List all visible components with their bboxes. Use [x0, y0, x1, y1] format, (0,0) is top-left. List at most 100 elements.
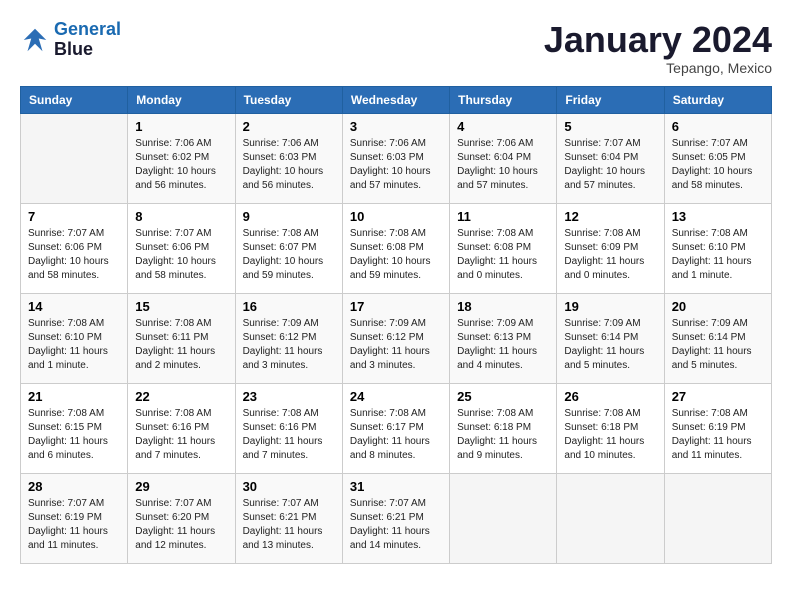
day-number: 17	[350, 299, 442, 314]
day-number: 13	[672, 209, 764, 224]
calendar-cell: 12 Sunrise: 7:08 AMSunset: 6:09 PMDayligh…	[557, 203, 664, 293]
day-info: Sunrise: 7:08 AMSunset: 6:10 PMDaylight:…	[672, 227, 764, 283]
calendar-cell	[557, 473, 664, 563]
day-info: Sunrise: 7:08 AMSunset: 6:19 PMDaylight:…	[672, 407, 764, 463]
day-header-thursday: Thursday	[450, 86, 557, 113]
day-number: 20	[672, 299, 764, 314]
day-number: 26	[564, 389, 656, 404]
calendar-cell: 23Sunrise: 7:08 AMSunset: 6:16 PMDayligh…	[235, 383, 342, 473]
day-info: Sunrise: 7:06 AMSunset: 6:02 PMDaylight:…	[135, 137, 227, 193]
day-number: 11	[457, 209, 549, 224]
day-header-saturday: Saturday	[664, 86, 771, 113]
calendar-cell: 10 Sunrise: 7:08 AMSunset: 6:08 PMDayligh…	[342, 203, 449, 293]
day-info: Sunrise: 7:08 AMSunset: 6:17 PMDaylight:…	[350, 407, 442, 463]
day-info: Sunrise: 7:08 AMSunset: 6:08 PMDaylight:…	[350, 227, 442, 283]
calendar-cell: 8Sunrise: 7:07 AMSunset: 6:06 PMDaylight…	[128, 203, 235, 293]
location: Tepango, Mexico	[544, 60, 772, 76]
day-info: Sunrise: 7:08 AMSunset: 6:09 PMDaylight:…	[564, 227, 656, 283]
day-info: Sunrise: 7:07 AMSunset: 6:19 PMDaylight:…	[28, 497, 120, 553]
day-number: 27	[672, 389, 764, 404]
day-number: 29	[135, 479, 227, 494]
calendar-cell: 19Sunrise: 7:09 AMSunset: 6:14 PMDayligh…	[557, 293, 664, 383]
calendar-cell: 27 Sunrise: 7:08 AMSunset: 6:19 PMDayligh…	[664, 383, 771, 473]
day-number: 22	[135, 389, 227, 404]
day-header-sunday: Sunday	[21, 86, 128, 113]
calendar-cell	[664, 473, 771, 563]
day-number: 6	[672, 119, 764, 134]
day-number: 3	[350, 119, 442, 134]
calendar-cell: 14 Sunrise: 7:08 AMSunset: 6:10 PMDayligh…	[21, 293, 128, 383]
calendar-body: 1 Sunrise: 7:06 AMSunset: 6:02 PMDaylight…	[21, 113, 772, 563]
calendar-cell: 26 Sunrise: 7:08 AMSunset: 6:18 PMDayligh…	[557, 383, 664, 473]
calendar-week-5: 28 Sunrise: 7:07 AMSunset: 6:19 PMDayligh…	[21, 473, 772, 563]
calendar-cell: 3 Sunrise: 7:06 AMSunset: 6:03 PMDaylight…	[342, 113, 449, 203]
header: General Blue January 2024 Tepango, Mexic…	[20, 20, 772, 76]
calendar-cell: 30Sunrise: 7:07 AMSunset: 6:21 PMDayligh…	[235, 473, 342, 563]
calendar-week-1: 1 Sunrise: 7:06 AMSunset: 6:02 PMDaylight…	[21, 113, 772, 203]
day-info: Sunrise: 7:07 AMSunset: 6:06 PMDaylight:…	[135, 227, 227, 283]
calendar-cell: 9 Sunrise: 7:08 AMSunset: 6:07 PMDaylight…	[235, 203, 342, 293]
title-block: January 2024 Tepango, Mexico	[544, 20, 772, 76]
calendar-cell: 4Sunrise: 7:06 AMSunset: 6:04 PMDaylight…	[450, 113, 557, 203]
day-info: Sunrise: 7:07 AMSunset: 6:04 PMDaylight:…	[564, 137, 656, 193]
day-info: Sunrise: 7:09 AMSunset: 6:12 PMDaylight:…	[350, 317, 442, 373]
calendar-cell: 22 Sunrise: 7:08 AMSunset: 6:16 PMDayligh…	[128, 383, 235, 473]
day-info: Sunrise: 7:08 AMSunset: 6:10 PMDaylight:…	[28, 317, 120, 373]
calendar-header-row: SundayMondayTuesdayWednesdayThursdayFrid…	[21, 86, 772, 113]
day-number: 12	[564, 209, 656, 224]
calendar-cell: 1 Sunrise: 7:06 AMSunset: 6:02 PMDaylight…	[128, 113, 235, 203]
calendar-cell: 24 Sunrise: 7:08 AMSunset: 6:17 PMDayligh…	[342, 383, 449, 473]
calendar-cell	[450, 473, 557, 563]
day-header-friday: Friday	[557, 86, 664, 113]
day-number: 14	[28, 299, 120, 314]
calendar-cell: 18Sunrise: 7:09 AMSunset: 6:13 PMDayligh…	[450, 293, 557, 383]
calendar-cell: 31 Sunrise: 7:07 AMSunset: 6:21 PMDayligh…	[342, 473, 449, 563]
calendar-cell: 6 Sunrise: 7:07 AMSunset: 6:05 PMDaylight…	[664, 113, 771, 203]
day-number: 16	[243, 299, 335, 314]
day-number: 2	[243, 119, 335, 134]
calendar-table: SundayMondayTuesdayWednesdayThursdayFrid…	[20, 86, 772, 564]
day-number: 7	[28, 209, 120, 224]
day-info: Sunrise: 7:06 AMSunset: 6:03 PMDaylight:…	[243, 137, 335, 193]
day-number: 1	[135, 119, 227, 134]
calendar-cell: 29 Sunrise: 7:07 AMSunset: 6:20 PMDayligh…	[128, 473, 235, 563]
day-info: Sunrise: 7:08 AMSunset: 6:16 PMDaylight:…	[243, 407, 335, 463]
calendar-cell: 15Sunrise: 7:08 AMSunset: 6:11 PMDayligh…	[128, 293, 235, 383]
day-info: Sunrise: 7:08 AMSunset: 6:15 PMDaylight:…	[28, 407, 120, 463]
day-header-monday: Monday	[128, 86, 235, 113]
calendar-cell: 16 Sunrise: 7:09 AMSunset: 6:12 PMDayligh…	[235, 293, 342, 383]
calendar-cell: 5Sunrise: 7:07 AMSunset: 6:04 PMDaylight…	[557, 113, 664, 203]
calendar-cell: 20 Sunrise: 7:09 AMSunset: 6:14 PMDayligh…	[664, 293, 771, 383]
day-info: Sunrise: 7:08 AMSunset: 6:07 PMDaylight:…	[243, 227, 335, 283]
calendar-cell: 17 Sunrise: 7:09 AMSunset: 6:12 PMDayligh…	[342, 293, 449, 383]
calendar-cell: 21 Sunrise: 7:08 AMSunset: 6:15 PMDayligh…	[21, 383, 128, 473]
calendar-cell: 2 Sunrise: 7:06 AMSunset: 6:03 PMDaylight…	[235, 113, 342, 203]
day-info: Sunrise: 7:09 AMSunset: 6:14 PMDaylight:…	[564, 317, 656, 373]
calendar-cell: 7Sunrise: 7:07 AMSunset: 6:06 PMDaylight…	[21, 203, 128, 293]
logo-icon	[20, 25, 50, 55]
day-number: 24	[350, 389, 442, 404]
day-number: 21	[28, 389, 120, 404]
day-info: Sunrise: 7:08 AMSunset: 6:18 PMDaylight:…	[564, 407, 656, 463]
day-number: 30	[243, 479, 335, 494]
day-info: Sunrise: 7:07 AMSunset: 6:05 PMDaylight:…	[672, 137, 764, 193]
day-header-wednesday: Wednesday	[342, 86, 449, 113]
logo-text: General Blue	[54, 20, 121, 60]
day-number: 28	[28, 479, 120, 494]
day-number: 10	[350, 209, 442, 224]
day-number: 31	[350, 479, 442, 494]
day-info: Sunrise: 7:06 AMSunset: 6:03 PMDaylight:…	[350, 137, 442, 193]
calendar-cell: 11 Sunrise: 7:08 AMSunset: 6:08 PMDayligh…	[450, 203, 557, 293]
day-number: 4	[457, 119, 549, 134]
day-info: Sunrise: 7:08 AMSunset: 6:16 PMDaylight:…	[135, 407, 227, 463]
logo-line2: Blue	[54, 40, 121, 60]
day-number: 25	[457, 389, 549, 404]
day-info: Sunrise: 7:09 AMSunset: 6:14 PMDaylight:…	[672, 317, 764, 373]
day-info: Sunrise: 7:09 AMSunset: 6:12 PMDaylight:…	[243, 317, 335, 373]
day-info: Sunrise: 7:07 AMSunset: 6:20 PMDaylight:…	[135, 497, 227, 553]
day-info: Sunrise: 7:08 AMSunset: 6:18 PMDaylight:…	[457, 407, 549, 463]
day-info: Sunrise: 7:07 AMSunset: 6:21 PMDaylight:…	[350, 497, 442, 553]
calendar-week-2: 7 Sunrise: 7:07 AMSunset: 6:06 PMDaylight…	[21, 203, 772, 293]
day-info: Sunrise: 7:08 AMSunset: 6:08 PMDaylight:…	[457, 227, 549, 283]
day-number: 9	[243, 209, 335, 224]
